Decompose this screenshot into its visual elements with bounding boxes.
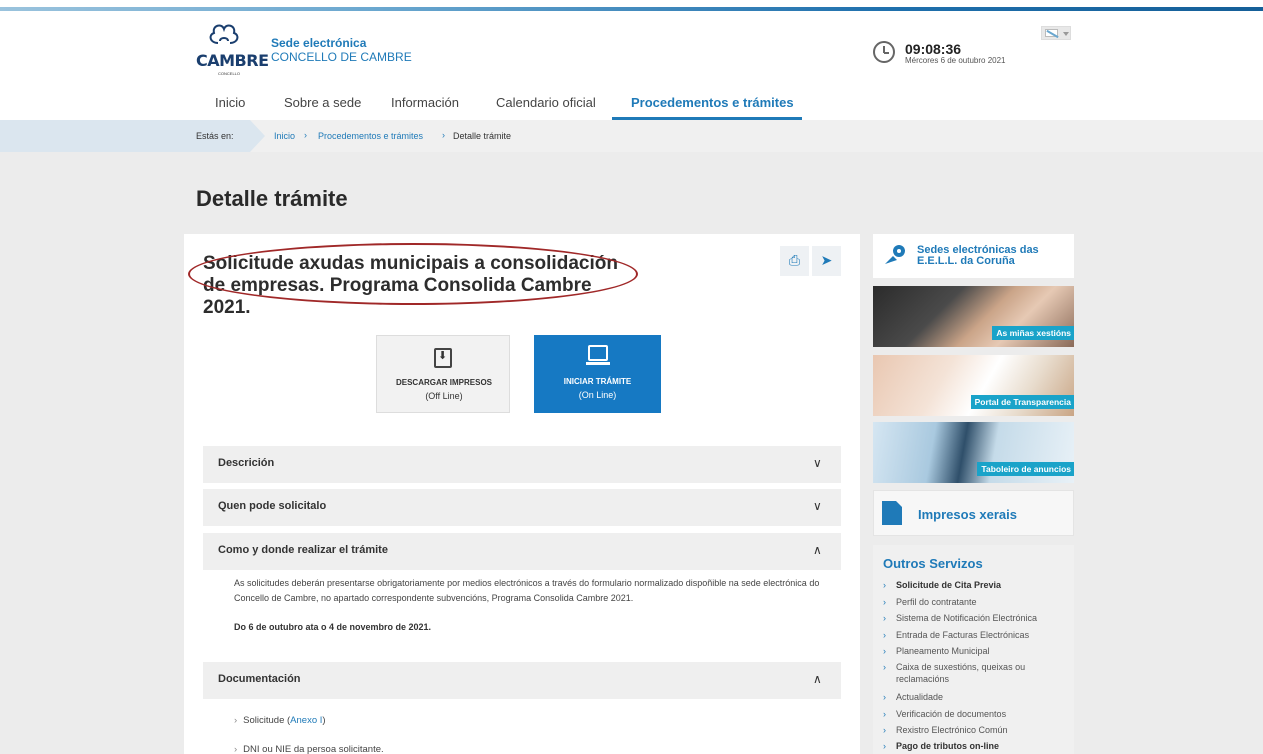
accordion-como-donde[interactable]: Como y donde realizar el trámite ∧ [203, 533, 841, 570]
application-dates: Do 6 de outubro ata o 4 de novembro de 2… [234, 622, 432, 632]
print-icon: ⎙ [788, 252, 801, 268]
accordion-label: Descrición [218, 457, 275, 469]
chevron-right-icon: › [234, 744, 238, 754]
breadcrumb-link-procedementos[interactable]: Procedementos e trámites [318, 131, 423, 141]
send-icon: ➤ [820, 252, 833, 268]
accordion-label: Documentación [218, 673, 301, 685]
breadcrumb-label: Estás en: [196, 131, 234, 141]
chevron-right-icon: › [883, 662, 886, 672]
breadcrumb-link-inicio[interactable]: Inicio [274, 131, 295, 141]
download-forms-sublabel: (Off Line) [425, 391, 463, 401]
service-label: Sistema de Notificación Electrónica [896, 613, 1038, 623]
service-label: Caixa de suxestións, queixas ou reclamac… [896, 662, 1026, 684]
breadcrumb-current: Detalle trámite [453, 131, 512, 141]
chevron-right-icon: › [883, 741, 886, 751]
chevron-right-icon: › [442, 130, 445, 140]
chevron-right-icon: › [883, 692, 886, 702]
chevron-up-icon: ∧ [813, 543, 822, 557]
chevron-right-icon: › [883, 646, 886, 656]
sede-title: Sede electrónica [271, 36, 367, 50]
tile-caption: As miñas xestións [992, 326, 1074, 340]
laptop-icon [586, 345, 610, 365]
start-procedure-label: INICIAR TRÁMITE [563, 377, 632, 386]
document-item: › DNI ou NIE da persoa solicitante. [234, 744, 384, 754]
nav-item-sobre-a-sede[interactable]: Sobre a sede [284, 95, 361, 110]
document-item-text: Solicitude ( [243, 715, 291, 726]
download-forms-label: DESCARGAR IMPRESOS [395, 378, 492, 387]
chevron-down-icon: ∨ [813, 456, 822, 470]
sedes-label: Sedes electrónicas das E.E.L.L. da Coruñ… [917, 244, 1039, 267]
como-donde-text: As solicitudes deberán presentarse obrig… [234, 578, 820, 603]
site-header: CAMBRE CONCELLO Sede electrónica CONCELL… [0, 11, 1263, 120]
start-procedure-button[interactable]: INICIAR TRÁMITE (On Line) [534, 335, 661, 413]
tile-caption: Portal de Transparencia [970, 395, 1074, 409]
current-date: Mércores 6 de outubro 2021 [905, 56, 1006, 65]
annex-link[interactable]: Anexo I [290, 715, 322, 726]
download-forms-button[interactable]: DESCARGAR IMPRESOS (Off Line) [376, 335, 510, 413]
cambre-logo[interactable]: CAMBRE CONCELLO [196, 21, 269, 76]
accordion-descricion[interactable]: Descrición ∨ [203, 446, 841, 483]
nav-item-calendario[interactable]: Calendario oficial [496, 95, 596, 110]
tile-taboleiro-anuncios[interactable]: Taboleiro de anuncios [873, 422, 1074, 483]
logo-subtext: CONCELLO [218, 71, 241, 76]
tile-mis-xestions[interactable]: As miñas xestións [873, 286, 1074, 347]
accordion-documentacion[interactable]: Documentación ∧ [203, 662, 841, 699]
breadcrumb: Estás en: Inicio › Procedementos e trámi… [0, 120, 1263, 152]
chevron-right-icon: › [883, 580, 886, 590]
service-label: Solicitude de Cita Previa [896, 580, 1002, 590]
document-icon [882, 501, 902, 525]
sede-subtitle: CONCELLO DE CAMBRE [271, 50, 412, 64]
share-button[interactable]: ➤ [812, 246, 841, 276]
outros-servizos: Outros Servizos › Solicitude de Cita Prev… [873, 545, 1074, 754]
chevron-down-icon [1063, 32, 1069, 36]
highlight-annotation [188, 243, 638, 305]
impresos-xerais-link[interactable]: Impresos xerais [873, 490, 1074, 536]
tile-portal-transparencia[interactable]: Portal de Transparencia [873, 355, 1074, 416]
page-title: Detalle trámite [196, 186, 348, 211]
como-donde-dates: Do 6 de outubro ata o 4 de novembro de 2… [234, 620, 834, 635]
impresos-label: Impresos xerais [918, 507, 1018, 522]
chevron-right-icon: › [883, 613, 886, 623]
galician-flag-icon [1045, 29, 1058, 37]
outros-servizos-title: Outros Servizos [883, 556, 983, 571]
document-item: › Solicitude (Anexo I) [234, 715, 326, 726]
print-button[interactable]: ⎙ [780, 246, 809, 276]
document-item-after: ) [322, 715, 326, 726]
download-file-icon [434, 348, 452, 368]
service-label: Perfil do contratante [896, 597, 977, 607]
current-time: 09:08:36 [905, 41, 962, 57]
nav-item-procedementos[interactable]: Procedementos e trámites [631, 95, 794, 110]
chevron-down-icon: ∨ [813, 499, 822, 513]
rocket-icon [885, 245, 905, 264]
chevron-right-icon: › [883, 597, 886, 607]
logo-text: CAMBRE [196, 51, 269, 70]
clock-icon [873, 41, 895, 63]
chevron-right-icon: › [883, 709, 886, 719]
service-label: Pago de tributos on-line [896, 741, 999, 751]
accordion-quen-pode[interactable]: Quen pode solicitalo ∨ [203, 489, 841, 526]
service-label: Rexistro Electrónico Común [896, 725, 1008, 735]
nav-item-inicio[interactable]: Inicio [215, 95, 245, 110]
chevron-right-icon: › [234, 715, 238, 726]
chevron-right-icon: › [883, 725, 886, 735]
accordion-label: Quen pode solicitalo [218, 500, 327, 512]
service-label: Planeamento Municipal [896, 646, 990, 656]
top-accent [0, 0, 1263, 11]
nav-item-informacion[interactable]: Información [391, 95, 459, 110]
service-label: Verificación de documentos [896, 709, 1007, 719]
sedes-electronicas-link[interactable]: Sedes electrónicas das E.E.L.L. da Coruñ… [873, 234, 1074, 278]
service-label: Actualidade [896, 692, 944, 702]
service-label: Entrada de Facturas Electrónicas [896, 630, 1030, 640]
accordion-label: Como y donde realizar el trámite [218, 544, 388, 556]
tile-caption: Taboleiro de anuncios [977, 462, 1074, 476]
logo-flower-icon [209, 24, 239, 44]
document-item-text: DNI ou NIE da persoa solicitante. [243, 744, 384, 754]
start-procedure-sublabel: (On Line) [578, 390, 617, 400]
chevron-right-icon: › [883, 630, 886, 640]
chevron-right-icon: › [304, 130, 307, 140]
language-selector[interactable] [1041, 26, 1071, 40]
chevron-up-icon: ∧ [813, 672, 822, 686]
